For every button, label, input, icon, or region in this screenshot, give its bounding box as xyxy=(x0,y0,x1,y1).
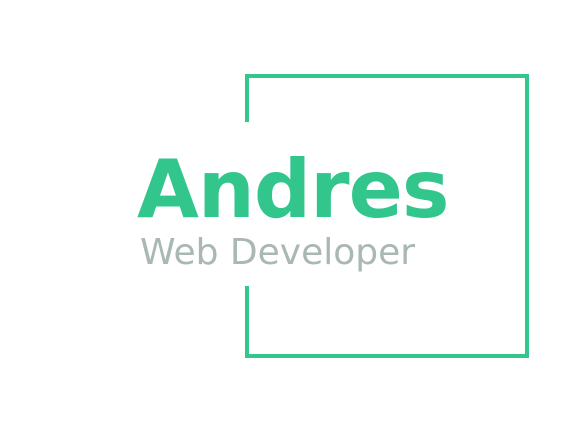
logo-canvas: Andres Web Developer xyxy=(0,0,577,433)
logo-tagline: Web Developer xyxy=(140,232,416,273)
logo-name: Andres xyxy=(137,143,449,236)
